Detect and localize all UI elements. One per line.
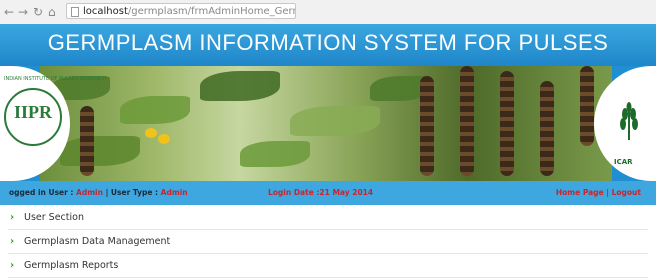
- banner-photo: [40, 66, 612, 181]
- icar-logo-text: ICAR: [614, 158, 633, 166]
- chevron-right-icon: ›: [10, 260, 15, 271]
- reload-icon[interactable]: ↻: [33, 4, 43, 20]
- menu-item-label: User Section: [24, 212, 84, 223]
- main-menu: › User Section › Germplasm Data Manageme…: [8, 206, 648, 278]
- menu-item-label: Germplasm Data Management: [24, 236, 171, 247]
- iipr-logo-text: IIPR: [14, 102, 53, 122]
- back-arrow-icon[interactable]: ←: [4, 4, 14, 20]
- status-separator: |: [102, 188, 111, 197]
- wheat-icon: [620, 102, 638, 140]
- forward-arrow-icon[interactable]: →: [18, 4, 28, 20]
- title-strip: GERMPLASM INFORMATION SYSTEM FOR PULSES: [0, 24, 656, 66]
- site-banner: GERMPLASM INFORMATION SYSTEM FOR PULSES …: [0, 24, 656, 181]
- url-path: /germplasm/frmAdminHome_Germplasm.aspx: [127, 6, 296, 17]
- chevron-right-icon: ›: [10, 236, 15, 247]
- page-icon: [71, 7, 79, 17]
- menu-item-germplasm-data-management[interactable]: › Germplasm Data Management: [8, 230, 648, 254]
- status-links: Home Page | Logout: [556, 181, 641, 205]
- user-type-label: User Type :: [110, 188, 161, 197]
- status-bar: ogged in User : Admin | User Type : Admi…: [0, 181, 656, 205]
- logged-in-label: ogged in User :: [9, 188, 77, 197]
- browser-toolbar: ← → ↻ ⌂ localhost/germplasm/frmAdminHome…: [0, 0, 656, 25]
- link-separator: |: [603, 188, 612, 197]
- menu-item-label: Germplasm Reports: [24, 260, 119, 271]
- url-host: localhost: [83, 6, 128, 17]
- page-title: GERMPLASM INFORMATION SYSTEM FOR PULSES: [47, 30, 609, 55]
- menu-item-user-section[interactable]: › User Section: [8, 206, 648, 230]
- home-icon[interactable]: ⌂: [48, 4, 56, 20]
- iipr-ring-text: INDIAN INSTITUTE OF PULSES RESEARCH: [4, 76, 107, 82]
- menu-item-germplasm-reports[interactable]: › Germplasm Reports: [8, 254, 648, 278]
- user-info: ogged in User : Admin | User Type : Admi…: [9, 181, 188, 205]
- address-bar[interactable]: localhost/germplasm/frmAdminHome_Germpla…: [66, 3, 296, 19]
- chevron-right-icon: ›: [10, 212, 15, 223]
- home-page-link[interactable]: Home Page: [556, 188, 604, 197]
- logged-in-user: Admin: [76, 188, 103, 197]
- user-type-value: Admin: [160, 188, 188, 197]
- logout-link[interactable]: Logout: [612, 188, 641, 197]
- login-date: Login Date :21 May 2014: [268, 188, 374, 197]
